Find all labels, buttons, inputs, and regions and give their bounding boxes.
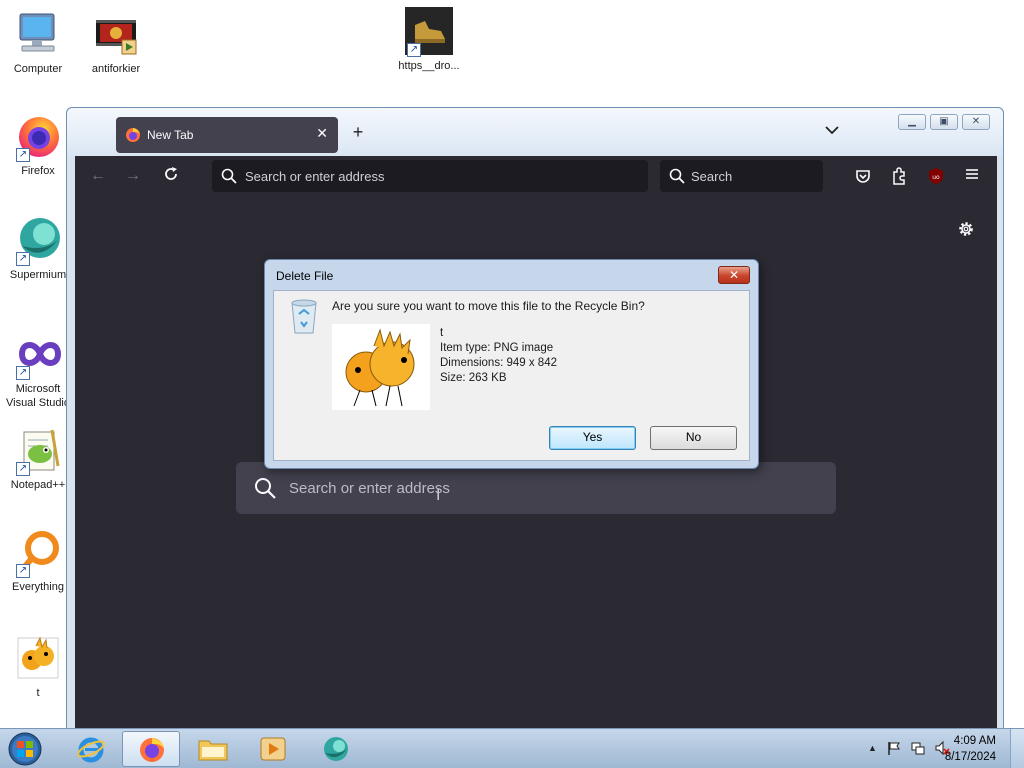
desktop-icon-label: https__dro... [398,60,460,72]
forward-arrow-icon[interactable]: → [125,167,141,185]
new-tab-search-placeholder: Search or enter address [289,480,450,497]
desktop-icon-notepad-plus-plus[interactable]: ↗ Notepad++ [2,426,74,492]
firefox-icon [140,738,164,762]
recycle-bin-icon [289,297,319,338]
new-tab-search-box[interactable]: Search or enter address I [236,462,836,514]
video-file-icon [92,10,140,58]
desktop-icon-https-drop[interactable]: ↗ https__dro... [393,7,465,73]
desktop-icon-computer[interactable]: Computer [2,10,74,76]
firefox-navbar: ← → Search or enter address Search uo [75,156,997,198]
desktop-icon-label: antiforkier [91,63,141,75]
search-bar-placeholder: Search [691,169,733,184]
gear-icon[interactable] [957,220,975,241]
extensions-puzzle-icon[interactable] [891,167,907,190]
shortcut-arrow-icon: ↗ [16,564,30,578]
clock-date[interactable]: 8/17/2024 [945,751,996,763]
shortcut-arrow-icon: ↗ [407,43,421,57]
desktop-icon-supermium[interactable]: ↗ Supermium [2,216,74,282]
minimize-button[interactable]: ▁ [898,114,926,130]
taskbar-internet-explorer[interactable] [62,731,120,767]
text-cursor-icon: I [436,487,441,504]
dialog-title: Delete File [276,269,334,283]
taskbar: ▲ 4:09 AM 8/17/2024 [0,728,1024,768]
desktop-icon-label: Firefox [21,165,55,177]
delete-file-dialog: Delete File ✕ Are you sure you want to m… [264,259,759,469]
firefox-titlebar[interactable]: New Tab ✕ + ▁ ▣ ✕ [67,108,1003,156]
no-button[interactable]: No [650,426,737,450]
tab-new-tab[interactable]: New Tab ✕ [116,117,338,153]
shortcut-arrow-icon: ↗ [16,366,30,380]
start-button[interactable] [5,730,45,768]
svg-text:uo: uo [932,174,940,181]
cartoon-creature-image [345,328,415,407]
notepad-plus-plus-icon: ↗ [14,426,62,476]
search-icon [254,477,276,502]
network-icon[interactable] [910,740,926,759]
search-bar[interactable]: Search [660,160,823,192]
pocket-icon[interactable] [855,168,871,189]
address-bar-placeholder: Search or enter address [245,169,385,184]
internet-explorer-icon [77,737,105,763]
desktop-icon-firefox[interactable]: ↗ Firefox [2,112,74,178]
show-hidden-icons-chevron-icon[interactable]: ▲ [868,743,877,753]
desktop-icon-antiforkier[interactable]: antiforkier [80,10,152,76]
yes-button[interactable]: Yes [549,426,636,450]
shortcut-arrow-icon: ↗ [16,148,30,162]
image-shortcut-icon: ↗ [405,7,453,57]
taskbar-media-player[interactable] [244,731,302,767]
desktop-icon-t[interactable]: t [2,634,74,700]
dialog-body: Are you sure you want to move this file … [273,290,750,461]
taskbar-file-explorer[interactable] [184,731,242,767]
taskbar-firefox[interactable] [122,731,180,767]
clock-time[interactable]: 4:09 AM [954,735,996,747]
back-arrow-icon[interactable]: ← [90,167,106,185]
desktop-icon-label: Microsoft Visual Studio [5,383,70,409]
media-player-icon [260,737,286,761]
action-center-flag-icon[interactable] [886,740,902,759]
desktop-icon-label: Computer [13,63,63,75]
firefox-icon: ↗ [14,112,62,162]
file-item-type: Item type: PNG image [440,342,554,354]
file-explorer-icon [198,740,228,761]
maximize-button[interactable]: ▣ [930,114,958,130]
address-bar[interactable]: Search or enter address [212,160,648,192]
desktop-icon-label: t [36,687,40,699]
png-image-icon [14,634,62,682]
desktop-icon-label: Notepad++ [10,479,66,491]
reload-icon[interactable] [163,166,179,187]
tab-close-icon[interactable]: ✕ [316,125,328,142]
desktop-icon-label: Everything [12,581,64,593]
file-name: t [440,327,444,339]
show-desktop-button[interactable] [1010,729,1024,768]
new-tab-plus-icon[interactable]: + [348,122,368,143]
dialog-close-button[interactable]: ✕ [718,266,750,284]
search-icon [669,168,685,187]
close-window-button[interactable]: ✕ [962,114,990,130]
tab-title: New Tab [147,128,194,142]
shortcut-arrow-icon: ↗ [16,462,30,476]
file-size: Size: 263 KB [440,372,507,384]
supermium-icon [324,737,348,761]
computer-icon [14,10,62,58]
firefox-icon [125,127,141,146]
file-dimensions: Dimensions: 949 x 842 [440,357,557,369]
search-icon [221,168,237,187]
visual-studio-icon: ↗ [14,330,62,380]
desktop-icon-everything[interactable]: ↗ Everything [2,528,74,594]
file-thumbnail [332,324,430,410]
desktop-icon-label: Supermium [9,269,67,281]
shortcut-arrow-icon: ↗ [16,252,30,266]
ublock-origin-icon[interactable]: uo [927,167,945,190]
system-tray: ▲ 4:09 AM 8/17/2024 [844,729,1024,768]
desktop-icon-visual-studio[interactable]: ↗ Microsoft Visual Studio [2,330,74,410]
list-all-tabs-chevron-icon[interactable] [825,124,839,138]
hamburger-menu-icon[interactable] [964,166,980,187]
everything-icon: ↗ [14,528,62,578]
supermium-icon: ↗ [14,216,62,266]
dialog-question: Are you sure you want to move this file … [332,299,645,313]
taskbar-supermium[interactable] [307,731,365,767]
